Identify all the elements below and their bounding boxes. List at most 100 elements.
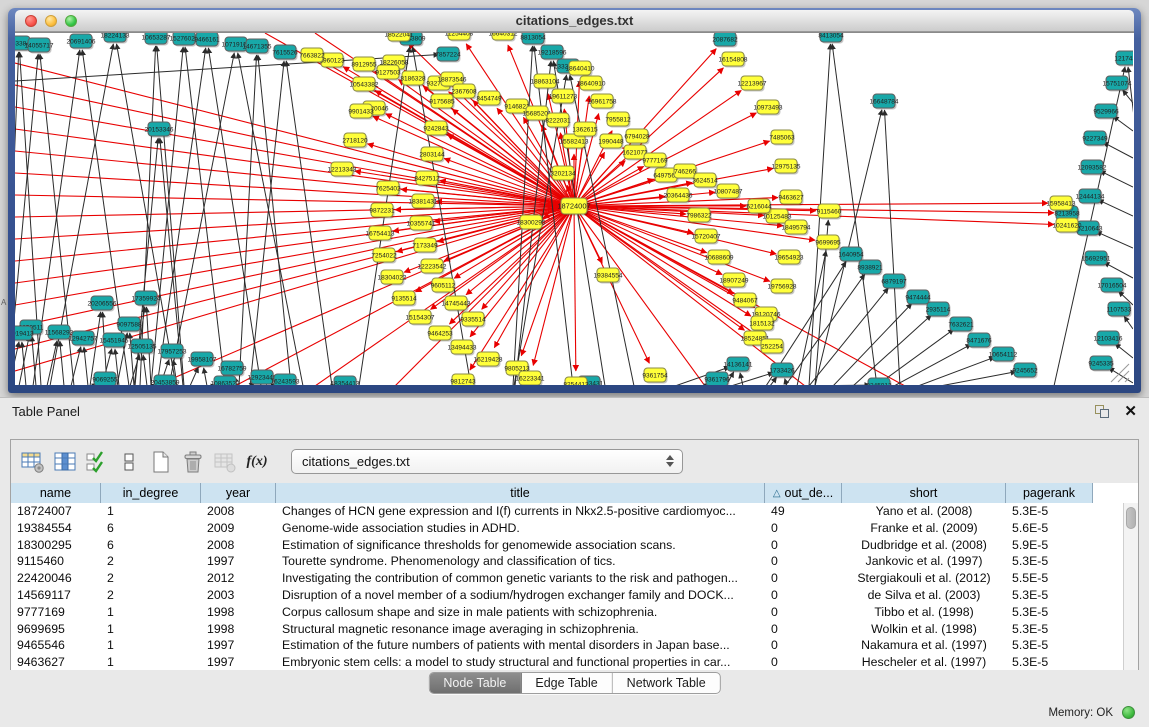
network-node[interactable]: 8186328 [400, 71, 426, 87]
network-node[interactable]: 18300295 [517, 215, 546, 231]
network-node[interactable]: 9069255 [92, 372, 118, 385]
network-node[interactable]: 18907249 [720, 273, 749, 289]
network-node[interactable]: 8254413 [563, 377, 589, 385]
create-table-icon[interactable] [149, 450, 173, 474]
table-settings-icon[interactable] [21, 450, 45, 474]
network-node[interactable]: 9245335 [1088, 356, 1114, 372]
network-node[interactable]: 6216044 [746, 199, 772, 215]
network-node[interactable]: 20364436 [664, 188, 693, 204]
network-node[interactable]: 252254 [761, 339, 785, 355]
network-node[interactable]: 10653287 [142, 33, 171, 46]
network-view-window[interactable]: citations_edges.txt 20033841140557172069… [8, 8, 1141, 393]
network-node[interactable]: 18224133 [101, 33, 130, 44]
network-window-titlebar[interactable]: citations_edges.txt [15, 10, 1134, 32]
table-row[interactable]: 946362711997Embryonic stem cells: a mode… [11, 654, 1138, 670]
network-node[interactable]: 15154307 [406, 310, 435, 326]
network-node[interactable]: 9361796 [704, 372, 730, 385]
network-node[interactable]: 19958107 [188, 352, 217, 368]
network-hub-node[interactable]: 18724007 [557, 198, 590, 216]
column-header-name[interactable]: name [11, 483, 101, 503]
network-node[interactable]: 9242843 [423, 121, 449, 137]
network-node[interactable]: 15451945 [100, 333, 129, 349]
network-node[interactable]: 18640910 [577, 76, 606, 92]
column-header-short[interactable]: short [842, 483, 1006, 503]
network-node[interactable]: 10241620 [1053, 218, 1082, 234]
network-node[interactable]: 1107533 [1107, 302, 1132, 318]
network-node[interactable]: 2718120 [342, 133, 368, 149]
table-row[interactable]: 1872400712008Changes of HCN gene express… [11, 503, 1138, 520]
network-node[interactable]: 9466161 [194, 33, 220, 48]
node-table[interactable]: namein_degreeyeartitle△out_de...shortpag… [11, 483, 1138, 670]
network-node[interactable]: 12444134 [1076, 189, 1105, 205]
network-node[interactable]: 20206556 [88, 296, 117, 312]
network-node[interactable]: 16154808 [719, 52, 748, 68]
network-node[interactable]: 18640410 [566, 61, 595, 77]
network-node[interactable]: 9463627 [778, 190, 804, 206]
network-node[interactable]: 10807487 [714, 184, 743, 200]
network-node[interactable]: 9097588 [116, 317, 142, 333]
table-row[interactable]: 977716911998Corpus callosum shape and si… [11, 604, 1138, 621]
table-row[interactable]: 969969511998Structural magnetic resonanc… [11, 621, 1138, 638]
network-node[interactable]: 3624514 [692, 173, 718, 189]
network-node[interactable]: 12975135 [772, 159, 801, 175]
network-node[interactable]: 16648784 [870, 94, 899, 110]
network-node[interactable]: 9175685 [429, 94, 455, 110]
network-node[interactable]: 17016504 [1098, 278, 1127, 294]
network-node[interactable]: 1362615 [572, 122, 598, 138]
network-node[interactable]: 16223341 [516, 371, 545, 385]
network-node[interactable]: 2367608 [451, 84, 477, 100]
network-node[interactable]: 18381431 [409, 194, 438, 210]
network-node[interactable]: 10863522 [211, 376, 240, 385]
network-node[interactable]: 7632621 [948, 317, 974, 333]
column-settings-icon[interactable] [53, 450, 77, 474]
network-node[interactable]: 10654112 [989, 347, 1018, 363]
network-node[interactable]: 9777169 [642, 153, 668, 169]
network-node[interactable]: 11254408 [445, 33, 474, 42]
network-node[interactable]: 16782759 [218, 361, 247, 377]
network-node[interactable]: 9872231 [369, 203, 395, 219]
network-node[interactable]: 8245012 [866, 378, 892, 385]
network-node[interactable]: 17957253 [158, 344, 187, 360]
function-builder-icon[interactable]: f(x) [245, 450, 269, 474]
network-node[interactable]: 12223542 [418, 259, 447, 275]
network-node[interactable]: 14745443 [442, 296, 471, 312]
network-node[interactable]: 8454749 [476, 91, 502, 107]
network-node[interactable]: 14055717 [25, 38, 54, 54]
network-node[interactable]: 7625402 [375, 181, 401, 197]
network-node[interactable]: 7254022 [371, 248, 397, 264]
network-node[interactable]: 12505135 [128, 339, 157, 355]
network-node[interactable]: 18495794 [782, 220, 811, 236]
column-header-year[interactable]: year [201, 483, 276, 503]
network-node[interactable]: 18304022 [378, 270, 407, 286]
network-node[interactable]: 9245652 [1012, 363, 1038, 379]
network-node[interactable]: 8938921 [857, 260, 883, 276]
network-node[interactable]: 9529966 [1093, 104, 1119, 120]
float-panel-icon[interactable] [1095, 405, 1111, 419]
close-panel-icon[interactable]: ✕ [1124, 402, 1137, 420]
network-node[interactable]: 12213343 [328, 162, 357, 178]
network-node[interactable]: 15692951 [1082, 251, 1111, 267]
network-node[interactable]: 1990448 [598, 134, 624, 150]
column-header-out_de[interactable]: △out_de... [765, 483, 842, 503]
network-node[interactable]: 15751074 [1103, 76, 1132, 92]
network-node[interactable]: 9901433 [348, 104, 374, 120]
network-node[interactable]: 9484067 [732, 293, 758, 309]
network-node[interactable]: 16754413 [366, 226, 395, 242]
network-node[interactable]: 9464253 [427, 326, 453, 342]
network-node[interactable]: 9335514 [460, 312, 486, 328]
network-node[interactable]: 9605112 [431, 278, 456, 294]
network-node[interactable]: 18863104 [531, 74, 560, 90]
table-row[interactable]: 1456911722003Disruption of a novel membe… [11, 587, 1138, 604]
network-node[interactable]: 8813054 [520, 33, 546, 46]
network-node[interactable]: 3919413 [15, 326, 34, 342]
network-node[interactable]: 19654923 [775, 250, 804, 266]
table-row[interactable]: 1938455462009Genome-wide association stu… [11, 520, 1138, 537]
network-node[interactable]: 7663822 [299, 48, 325, 64]
network-node[interactable]: 12213967 [738, 76, 767, 92]
tab-network-table[interactable]: Network Table [613, 673, 720, 693]
network-node[interactable]: 9812743 [450, 374, 476, 385]
network-node[interactable]: 19756928 [768, 279, 797, 295]
network-node[interactable]: 1733426 [769, 363, 795, 379]
network-node[interactable]: 10688609 [705, 250, 734, 266]
network-node[interactable]: 7615526 [272, 45, 298, 61]
